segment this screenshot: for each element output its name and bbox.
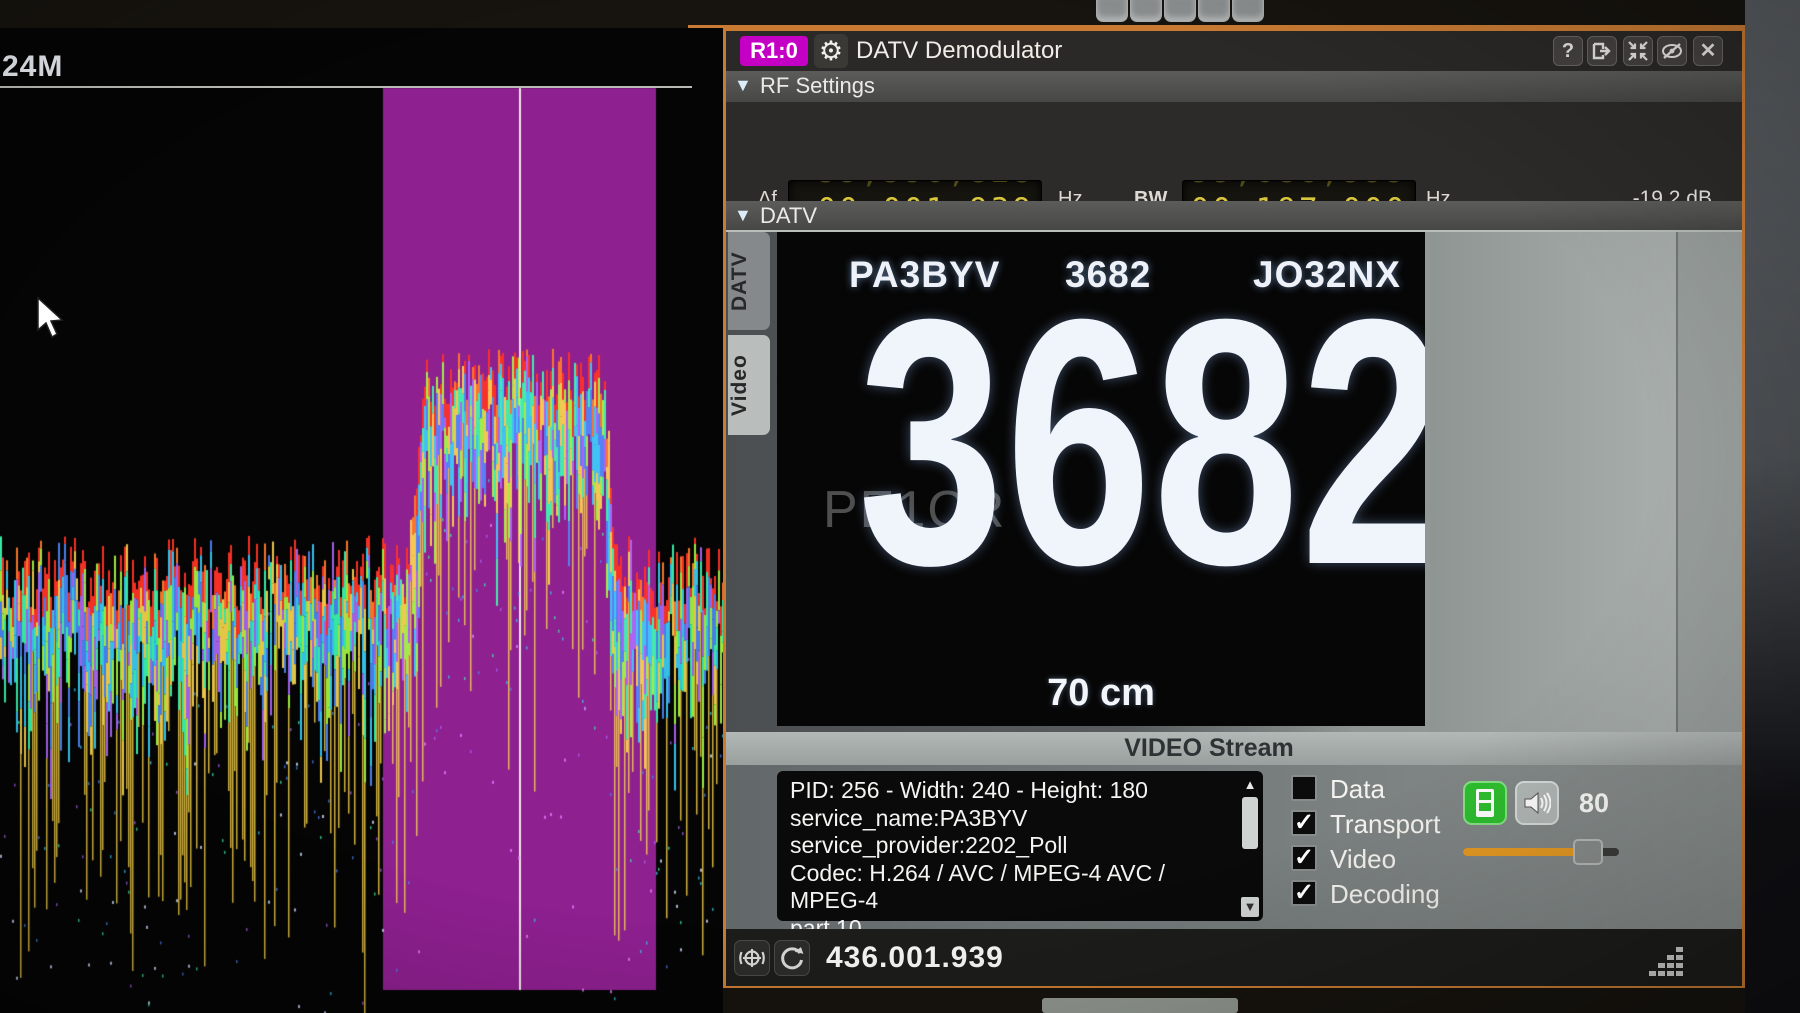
- video-big-number: 3682: [858, 268, 1344, 618]
- datv-content-area: DATV Video PA3BYV 3682 JO32NX PE1CR 3682…: [726, 230, 1742, 928]
- scroll-up-icon[interactable]: ▲: [1241, 775, 1259, 795]
- screen-right-edge: [1745, 0, 1800, 1013]
- speaker-icon: [1523, 790, 1551, 816]
- settings-gear-icon[interactable]: ⚙: [814, 34, 848, 68]
- spectrum-display[interactable]: [0, 28, 723, 1013]
- close-icon[interactable]: ✕: [1693, 36, 1723, 66]
- dial-ghost-digits: +99,990,828: [789, 180, 1041, 191]
- channel-frequency-readout: 436.001.939: [826, 941, 1004, 975]
- hide-icon[interactable]: [1657, 36, 1687, 66]
- stream-info-line: service_name:PA3BYV: [790, 805, 1233, 833]
- undock-icon[interactable]: [1587, 36, 1617, 66]
- video-enable-button[interactable]: [1463, 781, 1507, 825]
- volume-value: 80: [1579, 788, 1609, 819]
- section-label: DATV: [760, 203, 817, 229]
- stream-info-line: PID: 256 - Width: 240 - Height: 180: [790, 777, 1233, 805]
- collapse-triangle-icon[interactable]: ▼: [734, 205, 752, 226]
- checkbox-decoding[interactable]: ✓: [1291, 880, 1317, 906]
- checkbox-label: Data: [1330, 774, 1385, 805]
- background-icon[interactable]: [1130, 0, 1162, 22]
- background-icon[interactable]: [1096, 0, 1128, 22]
- shrink-icon[interactable]: [1623, 36, 1653, 66]
- background-icon[interactable]: [1164, 0, 1196, 22]
- channel-index-badge[interactable]: R1:0: [740, 36, 808, 66]
- checkbox-video[interactable]: ✓: [1291, 845, 1317, 871]
- scroll-down-icon[interactable]: ▼: [1241, 897, 1259, 917]
- checkbox-transport[interactable]: ✓: [1291, 810, 1317, 836]
- stream-info-line: service_provider:2202_Poll: [790, 832, 1233, 860]
- volume-slider[interactable]: [1463, 839, 1619, 865]
- checkbox-label: Video: [1330, 844, 1396, 875]
- checkbox-data[interactable]: [1291, 775, 1317, 801]
- datv-demodulator-window: R1:0 ⚙ DATV Demodulator ?: [723, 28, 1745, 988]
- slider-handle[interactable]: [1573, 839, 1603, 865]
- datv-section-header[interactable]: ▼ DATV: [726, 201, 1742, 230]
- dial-ghost-digits: 99,086,999: [1183, 180, 1415, 191]
- stream-controls-panel: PID: 256 - Width: 240 - Height: 180 serv…: [726, 765, 1742, 930]
- sample-rate-label: 24M: [2, 50, 63, 84]
- help-icon[interactable]: ?: [1553, 36, 1583, 66]
- rf-settings-section-header[interactable]: ▼ RF Settings: [726, 71, 1742, 102]
- slider-fill: [1463, 848, 1588, 856]
- spectrum-header-divider: [0, 86, 692, 88]
- collapse-triangle-icon[interactable]: ▼: [734, 75, 752, 96]
- rf-settings-panel: Δf +99,990,828 +00,001,939 +11,112,040 H…: [726, 102, 1742, 201]
- background-window-edge: [1042, 998, 1238, 1013]
- video-stream-header: VIDEO Stream: [726, 732, 1742, 765]
- tab-datv[interactable]: DATV: [728, 232, 770, 330]
- film-icon: [1472, 789, 1498, 817]
- stream-info-box[interactable]: PID: 256 - Width: 240 - Height: 180 serv…: [777, 771, 1263, 921]
- scrollbar-thumb[interactable]: [1242, 797, 1258, 849]
- video-band-label: 70 cm: [777, 672, 1425, 715]
- window-title: DATV Demodulator: [856, 31, 1062, 71]
- window-titlebar[interactable]: R1:0 ⚙ DATV Demodulator ?: [726, 31, 1742, 71]
- stream-info-line: Codec: H.264 / AVC / MPEG-4 AVC / MPEG-4: [790, 860, 1233, 915]
- monitor-photo: 24M R1:0 ⚙ DATV Demodulator ?: [0, 0, 1800, 1013]
- mouse-cursor: [36, 296, 66, 340]
- empty-side-panel: [1430, 232, 1678, 732]
- section-label: RF Settings: [760, 73, 875, 99]
- background-icon[interactable]: [1198, 0, 1230, 22]
- background-icon[interactable]: [1232, 0, 1264, 22]
- audio-mute-button[interactable]: [1515, 781, 1559, 825]
- channel-status-bar: 436.001.939: [726, 929, 1742, 986]
- video-display: PA3BYV 3682 JO32NX PE1CR 3682 70 cm: [777, 232, 1425, 726]
- cycle-frequency-icon[interactable]: [774, 940, 810, 976]
- resize-grip[interactable]: [1648, 947, 1686, 983]
- scrollbar[interactable]: ▲ ▼: [1241, 775, 1259, 917]
- channel-marker-icon[interactable]: [734, 940, 770, 976]
- checkbox-label: Transport: [1330, 809, 1440, 840]
- checkbox-label: Decoding: [1330, 879, 1440, 910]
- tab-video[interactable]: Video: [728, 335, 770, 435]
- background-window-icons[interactable]: [1096, 0, 1266, 22]
